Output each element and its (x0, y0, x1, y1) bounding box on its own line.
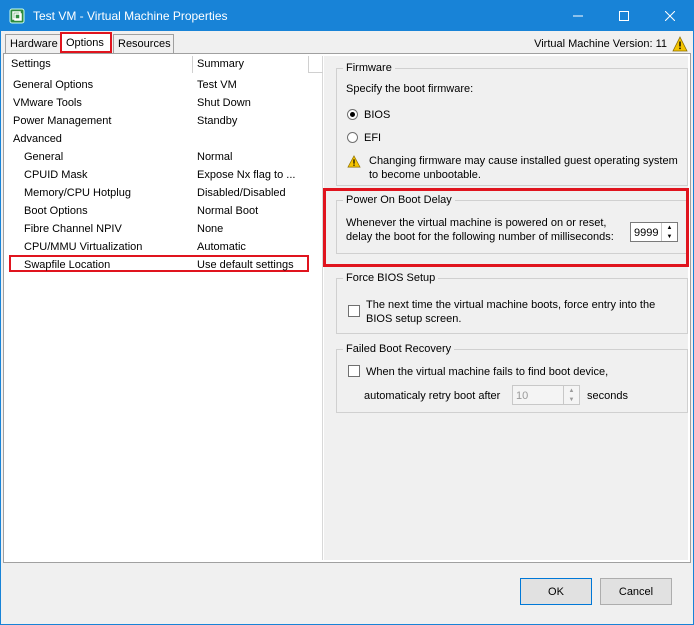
bios-radio[interactable] (347, 109, 358, 120)
warning-icon (672, 36, 688, 52)
setting-summary: None (197, 223, 224, 235)
firmware-warning-line1: Changing firmware may cause installed gu… (369, 155, 678, 167)
setting-summary: Expose Nx flag to ... (197, 169, 296, 181)
minimize-icon (573, 15, 583, 17)
title-bar[interactable]: Test VM - Virtual Machine Properties (1, 1, 693, 31)
setting-summary: Test VM (197, 79, 237, 91)
minimize-button[interactable] (555, 1, 601, 31)
cancel-button[interactable]: Cancel (600, 578, 672, 605)
setting-name: Boot Options (24, 205, 88, 217)
tab-hardware[interactable]: Hardware (5, 34, 61, 53)
setting-name: Memory/CPU Hotplug (24, 187, 131, 199)
bios-label[interactable]: BIOS (364, 109, 390, 121)
tab-label: Resources (118, 38, 171, 50)
setting-name: VMware Tools (13, 97, 82, 109)
efi-label[interactable]: EFI (364, 132, 381, 144)
failed-boot-checkbox[interactable] (348, 365, 360, 377)
window-title: Test VM - Virtual Machine Properties (33, 9, 228, 23)
warning-icon (347, 155, 361, 168)
failed-boot-line1[interactable]: When the virtual machine fails to find b… (366, 366, 608, 378)
details-pane: Firmware Specify the boot firmware: BIOS… (324, 56, 688, 560)
column-header-settings[interactable]: Settings (7, 56, 193, 73)
firmware-group-title: Firmware (343, 62, 395, 74)
settings-list: Settings Summary General Options Test VM… (7, 56, 323, 560)
setting-name: CPUID Mask (24, 169, 88, 181)
list-item-general-options[interactable]: General Options Test VM (7, 76, 323, 94)
setting-name: Fibre Channel NPIV (24, 223, 122, 235)
setting-summary: Shut Down (197, 97, 251, 109)
column-header-summary[interactable]: Summary (193, 56, 309, 73)
efi-radio[interactable] (347, 132, 358, 143)
maximize-button[interactable] (601, 1, 647, 31)
list-item-cpu-mmu-virtualization[interactable]: CPU/MMU Virtualization Automatic (7, 238, 323, 256)
setting-name: Advanced (13, 133, 62, 145)
cancel-button-label: Cancel (618, 585, 654, 598)
options-panel: Settings Summary General Options Test VM… (3, 53, 691, 563)
retry-seconds-stepper[interactable]: 10 ▲ ▼ (512, 385, 580, 405)
list-item-cpuid-mask[interactable]: CPUID Mask Expose Nx flag to ... (7, 166, 323, 184)
retry-unit-label: seconds (587, 390, 628, 402)
list-item-swapfile-location[interactable]: Swapfile Location Use default settings (7, 256, 323, 274)
setting-name: General (24, 151, 64, 163)
tab-resources[interactable]: Resources (113, 34, 174, 53)
close-button[interactable] (647, 1, 693, 31)
list-header: Settings Summary (7, 56, 323, 73)
ok-button[interactable]: OK (520, 578, 592, 605)
maximize-icon (619, 11, 629, 21)
vm-version-label: Virtual Machine Version: 11 (534, 38, 667, 50)
tab-label: Hardware (10, 38, 58, 50)
setting-summary: Normal Boot (197, 205, 259, 217)
force-bios-line1[interactable]: The next time the virtual machine boots,… (366, 299, 655, 311)
boot-delay-highlight (323, 188, 689, 267)
setting-name: General Options (13, 79, 94, 91)
retry-label: automaticaly retry boot after (364, 390, 501, 402)
vmware-app-icon (9, 8, 25, 24)
retry-seconds-value[interactable]: 10 (516, 390, 528, 402)
firmware-group: Firmware Specify the boot firmware: BIOS… (336, 62, 688, 186)
tab-strip: Hardware Options Resources Virtual Machi… (1, 31, 693, 53)
close-icon (665, 11, 675, 21)
ok-button-label: OK (548, 585, 564, 598)
list-item-general[interactable]: General Normal (7, 148, 323, 166)
failed-boot-group: Failed Boot Recovery When the virtual ma… (336, 343, 688, 413)
setting-summary: Standby (197, 115, 238, 127)
force-bios-group: Force BIOS Setup The next time the virtu… (336, 272, 688, 334)
list-item-fibre-channel-npiv[interactable]: Fibre Channel NPIV None (7, 220, 323, 238)
firmware-prompt: Specify the boot firmware: (346, 83, 474, 95)
list-item-power-management[interactable]: Power Management Standby (7, 112, 323, 130)
chevron-up-icon[interactable]: ▲ (564, 386, 579, 395)
properties-window: Test VM - Virtual Machine Properties Har… (0, 0, 694, 625)
setting-name: Power Management (13, 115, 112, 127)
setting-name: Swapfile Location (24, 259, 111, 271)
list-item-boot-options[interactable]: Boot Options Normal Boot (7, 202, 323, 220)
list-item-memory-cpu-hotplug[interactable]: Memory/CPU Hotplug Disabled/Disabled (7, 184, 323, 202)
firmware-warning-line2: to become unbootable. (369, 169, 481, 181)
stepper-arrows[interactable]: ▲ ▼ (563, 386, 579, 404)
force-bios-line2[interactable]: BIOS setup screen. (366, 313, 461, 325)
list-rows: General Options Test VM VMware Tools Shu… (7, 76, 323, 274)
list-item-advanced[interactable]: Advanced (7, 130, 323, 148)
setting-name: CPU/MMU Virtualization (24, 241, 143, 253)
setting-summary: Normal (197, 151, 233, 163)
force-bios-checkbox[interactable] (348, 305, 360, 317)
setting-summary: Use default settings (197, 259, 294, 271)
failed-boot-group-title: Failed Boot Recovery (343, 343, 455, 355)
setting-summary: Automatic (197, 241, 246, 253)
force-bios-group-title: Force BIOS Setup (343, 272, 439, 284)
tab-options[interactable]: Options (60, 32, 112, 53)
tab-label: Options (66, 37, 104, 49)
chevron-down-icon[interactable]: ▼ (564, 395, 579, 404)
list-item-vmware-tools[interactable]: VMware Tools Shut Down (7, 94, 323, 112)
setting-summary: Disabled/Disabled (197, 187, 286, 199)
